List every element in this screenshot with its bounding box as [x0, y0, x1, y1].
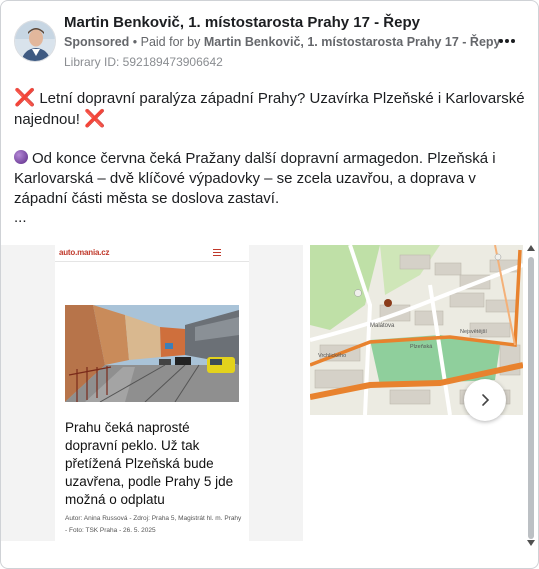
scrollbar-thumb[interactable]: [528, 257, 534, 539]
library-id: Library ID: 592189473906642: [64, 55, 223, 69]
map-label: Vrchlického: [318, 353, 346, 359]
chevron-right-icon: [482, 394, 490, 406]
article-title[interactable]: Prahu čeká naprosté dopravní peklo. Už t…: [65, 419, 243, 509]
cross-mark-icon: ❌: [14, 88, 36, 107]
carousel-slide-article[interactable]: auto.mania.cz Prahu čeká naprosté doprav…: [1, 245, 303, 541]
more-options-icon[interactable]: [495, 31, 519, 51]
map-label: Nejsvětější: [460, 329, 487, 335]
article-meta: Autor: Anina Russová - Zdroj: Praha 5, M…: [65, 515, 242, 534]
see-more-link[interactable]: ...: [14, 209, 529, 227]
sponsored-line: Sponsored • Paid for by Martin Benkovič,…: [64, 35, 501, 49]
menu-icon: [213, 249, 221, 258]
cross-mark-icon: ❌: [84, 109, 106, 128]
article-screenshot: auto.mania.cz Prahu čeká naprosté doprav…: [55, 245, 249, 541]
post-paragraph: Od konce června čeká Pražany další dopra…: [14, 149, 529, 209]
carousel-next-button[interactable]: [464, 379, 506, 421]
author-avatar[interactable]: [14, 20, 56, 62]
scrollbar[interactable]: [528, 249, 536, 539]
paragraph-text: Od konce června čeká Pražany další dopra…: [14, 150, 496, 207]
map-label: Plzeňská: [410, 344, 433, 350]
avatar-photo: [15, 21, 55, 61]
author-name[interactable]: Martin Benkovič, 1. místostarosta Prahy …: [64, 14, 420, 31]
post-body: ❌ Letní dopravní paralýza západní Prahy?…: [14, 88, 529, 227]
media-carousel: auto.mania.cz Prahu čeká naprosté doprav…: [1, 245, 538, 545]
map-label: Malátova: [370, 323, 395, 329]
post-headline: ❌ Letní dopravní paralýza západní Prahy?…: [14, 88, 529, 130]
ad-post-card: Martin Benkovič, 1. místostarosta Prahy …: [0, 0, 539, 569]
site-logo: auto.mania.cz: [59, 248, 110, 257]
street-photo: [65, 305, 239, 402]
sponsored-label[interactable]: Sponsored: [64, 35, 129, 49]
paid-by-name[interactable]: Martin Benkovič, 1. místostarosta Prahy …: [204, 35, 501, 49]
scroll-down-arrow-icon[interactable]: [527, 540, 535, 546]
bomb-icon: [14, 150, 28, 164]
paid-for-prefix: • Paid for by: [129, 35, 204, 49]
